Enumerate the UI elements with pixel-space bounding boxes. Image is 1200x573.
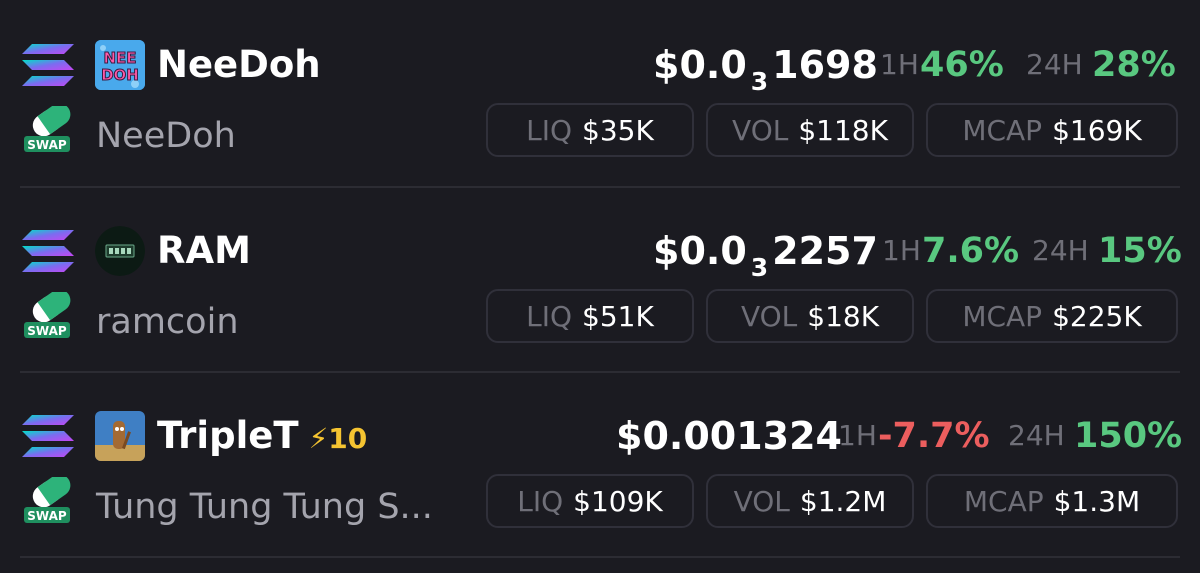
h1-change: 7.6% (922, 231, 1020, 271)
token-name: Tung Tung Tung S... (96, 487, 433, 527)
token-row-triplet[interactable]: SWAP TripleT ⚡10 Tung Tung Tung S... $0.0… (0, 371, 1200, 557)
boost-badge: ⚡10 (308, 422, 368, 455)
swap-icon: SWAP (24, 292, 71, 338)
svg-text:SWAP: SWAP (27, 509, 67, 523)
svg-text:SWAP: SWAP (27, 138, 67, 152)
token-avatar (95, 411, 145, 461)
liquidity-stat[interactable]: LIQ $109K (486, 474, 694, 528)
h24-change: 15% (1098, 231, 1182, 271)
token-name: NeeDoh (96, 116, 236, 156)
h1-label: 1H (882, 234, 921, 267)
token-symbol: RAM (157, 229, 251, 272)
h1-label: 1H (838, 419, 877, 452)
token-symbol: NeeDoh (157, 43, 321, 86)
token-price: $0.0 3 2257 (653, 229, 878, 282)
svg-text:SWAP: SWAP (27, 324, 67, 338)
volume-stat[interactable]: VOL $118K (706, 103, 914, 157)
token-name: ramcoin (96, 302, 239, 342)
solana-icon (22, 415, 74, 457)
token-avatar: NEE DOH (95, 40, 145, 90)
market-cap-stat[interactable]: MCAP $225K (926, 289, 1178, 343)
market-cap-stat[interactable]: MCAP $1.3M (926, 474, 1178, 528)
row-divider (20, 556, 1180, 558)
token-price: $0.001324 (616, 414, 842, 458)
swap-icon: SWAP (24, 106, 71, 152)
swap-icon: SWAP (24, 477, 71, 523)
volume-stat[interactable]: VOL $1.2M (706, 474, 914, 528)
token-symbol: TripleT ⚡10 (157, 414, 368, 457)
h24-change: 28% (1092, 45, 1176, 85)
liquidity-stat[interactable]: LIQ $35K (486, 103, 694, 157)
token-avatar (95, 226, 145, 276)
svg-text:NEE: NEE (103, 49, 136, 67)
volume-stat[interactable]: VOL $18K (706, 289, 914, 343)
token-row-ram[interactable]: SWAP RAM ramcoin $0.0 3 2257 1H 7.6% 24H 1… (0, 186, 1200, 372)
h1-change: 46% (920, 45, 1004, 85)
liquidity-stat[interactable]: LIQ $51K (486, 289, 694, 343)
solana-icon (22, 44, 74, 86)
token-row-needoh[interactable]: SWAP NEE DOH NeeDoh NeeDoh $0.0 3 1698 1H … (0, 0, 1200, 186)
h24-change: 150% (1074, 416, 1183, 456)
svg-text:DOH: DOH (101, 66, 139, 84)
token-price: $0.0 3 1698 (653, 43, 878, 96)
h24-label: 24H (1032, 234, 1089, 267)
solana-icon (22, 230, 74, 272)
h24-label: 24H (1008, 419, 1065, 452)
h24-label: 24H (1026, 48, 1083, 81)
market-cap-stat[interactable]: MCAP $169K (926, 103, 1178, 157)
h1-label: 1H (880, 48, 919, 81)
h1-change: -7.7% (878, 416, 990, 456)
